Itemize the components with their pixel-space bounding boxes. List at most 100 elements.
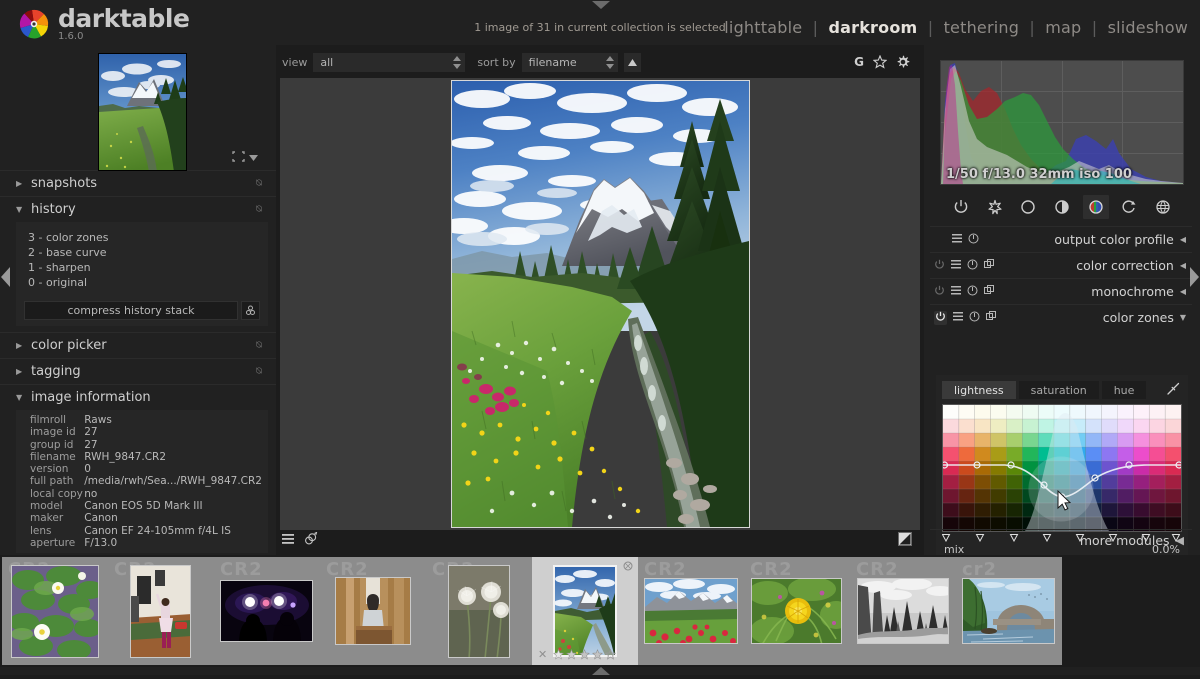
filmstrip-thumbnail-yellow-dandelion-flower[interactable]: CR2 [744,557,850,665]
center-toolbar-right: G [854,55,910,69]
filmstrip-thumbnail-stone-bridge-river[interactable]: cr2 [956,557,1062,665]
presets-menu-icon[interactable] [951,259,961,272]
view-darkroom[interactable]: darkroom [828,18,917,37]
multiple-instance-icon[interactable] [984,259,994,272]
tone-group-icon[interactable] [1049,195,1075,219]
image-information-header[interactable]: ▼ image information [0,384,276,410]
correction-group-icon[interactable] [1116,195,1142,219]
snapshots-header[interactable]: ▶ snapshots ⍉ [0,170,276,196]
tagging-header[interactable]: ▶ tagging ⍉ [0,358,276,384]
module-controls [934,285,1008,299]
reset-parameters-icon[interactable] [967,285,978,299]
module-row-monochrome[interactable]: monochrome ◀ [930,278,1192,304]
zoom-dropdown-icon[interactable] [249,152,258,165]
multiple-instance-icon[interactable] [986,311,996,324]
tab-saturation[interactable]: saturation [1018,381,1099,399]
star-icon-2[interactable] [566,648,578,663]
history-header[interactable]: ▼ history ⍉ [0,196,276,222]
presets-menu-icon[interactable] [952,233,962,246]
view-lighttable[interactable]: lighttable [724,18,802,37]
presets-menu-icon[interactable] [951,285,961,298]
filmstrip-thumbnail-girl-dancing-tent[interactable]: CR2 [108,557,214,665]
power-toggle-icon[interactable] [934,259,945,273]
metadata-row: local copy no [22,488,262,500]
grouping-marker-icon[interactable] [623,561,633,574]
more-modules-row[interactable]: more modules ◀ [930,529,1192,551]
center-bottom-toolbar [276,529,924,551]
history-item[interactable]: 1 - sharpen [28,260,260,275]
histogram-module[interactable]: 1/50 f/13.0 32mm iso 100 [940,60,1184,185]
metadata-value: no [84,487,98,500]
tab-hue[interactable]: hue [1101,381,1147,399]
reset-icon[interactable]: ⍉ [256,366,262,377]
filmstrip-thumbnail-concert-stage-lights[interactable]: CR2 [214,557,320,665]
effects-group-icon[interactable] [1150,195,1176,219]
reset-parameters-icon[interactable] [967,259,978,273]
file-extension-watermark: CR2 [750,559,793,580]
compress-history-stack-button[interactable]: compress history stack [24,301,238,320]
module-list-icon[interactable] [282,533,294,547]
filmstrip-thumbnail-dandelion-seedheads[interactable]: CR2 [426,557,532,665]
duplicate-history-icon[interactable] [241,301,260,320]
filmstrip-thumbnail-monochrome-forest[interactable]: CR2 [850,557,956,665]
module-tagging: ▶ tagging ⍉ [0,358,276,384]
filmstrip-thumbnail-man-at-lectern[interactable]: CR2 [320,557,426,665]
grouping-icon[interactable]: G [854,55,864,69]
expand-triangle-icon: ▶ [16,367,23,376]
reset-icon[interactable]: ⍉ [256,178,262,189]
collapse-right-panel-arrow-icon[interactable] [1188,264,1200,290]
module-row-output-color-profile[interactable]: output color profile ◀ [930,226,1192,252]
view-slideshow[interactable]: slideshow [1108,18,1188,37]
fit-to-screen-icon[interactable] [232,151,245,165]
sort-ascending-arrow-icon[interactable] [623,52,641,72]
history-item[interactable]: 2 - base curve [28,245,260,260]
color-group-icon[interactable] [1082,195,1109,219]
filmstrip-thumbnail-water-lilies[interactable]: CR2 [2,557,108,665]
active-modules-icon[interactable] [948,195,974,219]
filmstrip-thumbnail-mountain-flowers-panorama[interactable]: CR2 [638,557,744,665]
module-row-color-correction[interactable]: color correction ◀ [930,252,1192,278]
gear-icon[interactable] [896,55,910,69]
tab-lightness[interactable]: lightness [942,381,1016,399]
presets-menu-icon[interactable] [953,311,963,324]
main-photo-alpine-meadow-stream[interactable] [450,80,750,528]
collapse-left-panel-arrow-icon[interactable] [0,264,12,290]
top-panel-collapse-handle[interactable] [592,0,610,9]
basic-group-icon[interactable] [1015,195,1041,219]
favorites-icon[interactable] [982,195,1008,219]
star-overlays-icon[interactable] [873,55,887,69]
star-icon-4[interactable] [592,648,604,663]
metadata-row: model Canon EOS 5D Mark III [22,500,262,512]
star-icon-1[interactable] [553,648,565,663]
reset-icon[interactable]: ⍉ [256,340,262,351]
multiple-instance-icon[interactable] [984,285,994,298]
star-rating-control[interactable] [532,648,638,663]
sort-by-select[interactable]: filename [521,52,618,72]
image-canvas[interactable] [280,78,920,530]
view-tethering[interactable]: tethering [944,18,1020,37]
history-item[interactable]: 3 - color zones [28,230,260,245]
reset-icon[interactable]: ⍉ [256,204,262,215]
navigation-thumbnail[interactable] [98,53,187,171]
reset-parameters-icon[interactable] [969,311,980,325]
color-picker-header[interactable]: ▶ color picker ⍉ [0,332,276,358]
bottom-panel-collapse-handle[interactable] [592,666,610,675]
spinner-arrows-icon[interactable] [605,55,614,69]
star-icon-3[interactable] [579,648,591,663]
color-picker-icon[interactable] [1166,382,1180,399]
filmstrip: CR2 CR2 ✕ CR2 CR2 CR2 cr2 [0,555,1200,667]
mask-manager-icon[interactable] [304,531,318,548]
history-item[interactable]: 0 - original [28,275,260,290]
filmstrip-thumbnail-alpine-meadow-stream-selected[interactable]: ✕ [532,557,638,665]
module-row-color-zones[interactable]: color zones ▼ [930,304,1192,330]
power-toggle-icon[interactable] [934,285,945,299]
power-toggle-icon[interactable] [934,310,947,325]
spinner-arrows-icon[interactable] [453,55,462,69]
view-filter-select[interactable]: all [313,52,466,72]
reset-parameters-icon[interactable] [968,233,979,247]
display-profile-icon[interactable] [898,531,912,549]
star-icon-5[interactable] [604,648,617,663]
color-zones-curve-widget[interactable] [940,404,1183,532]
view-map[interactable]: map [1045,18,1081,37]
metadata-row: filename RWH_9847.CR2 [22,451,262,463]
